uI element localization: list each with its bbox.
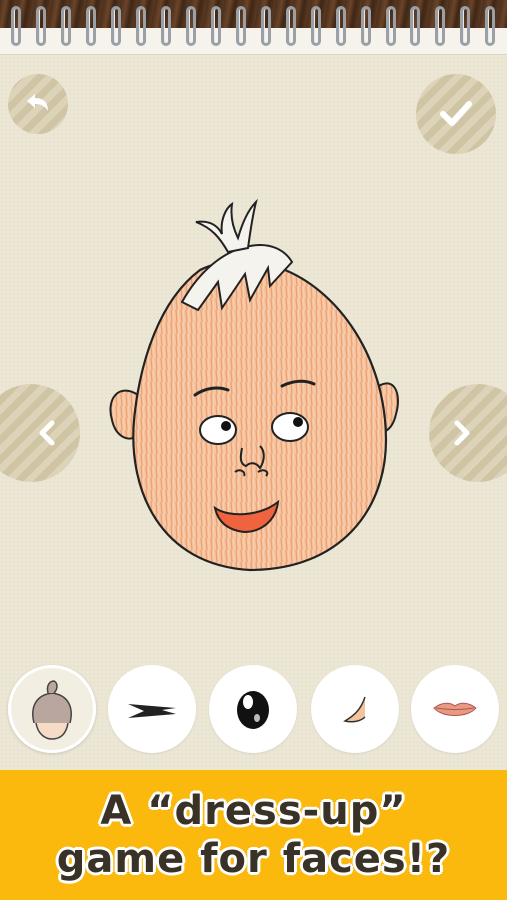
eyebrow-icon bbox=[128, 704, 176, 718]
spiral-ring bbox=[410, 6, 421, 46]
checkmark-icon bbox=[440, 101, 472, 126]
spiral-ring bbox=[385, 6, 396, 46]
part-mouth-button[interactable] bbox=[411, 665, 499, 753]
part-hair-button[interactable] bbox=[8, 665, 96, 753]
part-eyes-button[interactable] bbox=[209, 665, 297, 753]
face-drawing bbox=[109, 198, 399, 572]
spiral-ring bbox=[210, 6, 221, 46]
spiral-ring bbox=[485, 6, 496, 46]
spiral-ring bbox=[235, 6, 246, 46]
part-eyebrows-button[interactable] bbox=[108, 665, 196, 753]
spiral-ring bbox=[86, 6, 97, 46]
chevron-right-icon bbox=[454, 420, 470, 446]
back-button[interactable] bbox=[8, 74, 68, 134]
spiral-ring bbox=[360, 6, 371, 46]
spiral-ring bbox=[435, 6, 446, 46]
left-pupil bbox=[221, 421, 231, 431]
spiral-ring bbox=[161, 6, 172, 46]
hair-icon bbox=[32, 680, 72, 740]
spiral-ring bbox=[260, 6, 271, 46]
spiral-ring bbox=[136, 6, 147, 46]
part-nose-button[interactable] bbox=[311, 665, 399, 753]
spiral-ring bbox=[186, 6, 197, 46]
spiral-ring bbox=[111, 6, 122, 46]
parts-selector bbox=[0, 665, 507, 757]
promo-banner: A “dress-up” game for faces!? bbox=[0, 770, 507, 900]
spiral-ring bbox=[335, 6, 346, 46]
left-eye bbox=[199, 415, 237, 445]
right-eye bbox=[271, 412, 309, 442]
banner-line-2: game for faces!? bbox=[56, 836, 451, 882]
hair-tuft bbox=[195, 198, 258, 254]
nose-icon bbox=[343, 696, 366, 723]
spiral-ring bbox=[310, 6, 321, 46]
chevron-left-icon bbox=[39, 420, 55, 446]
spiral-ring bbox=[36, 6, 47, 46]
confirm-button[interactable] bbox=[416, 74, 496, 154]
spiral-ring bbox=[460, 6, 471, 46]
banner-line-1: A “dress-up” bbox=[100, 788, 407, 834]
spiral-ring bbox=[285, 6, 296, 46]
right-pupil bbox=[293, 417, 303, 427]
eye-icon bbox=[237, 691, 269, 729]
lips-icon bbox=[433, 702, 477, 716]
spiral-ring bbox=[11, 6, 22, 46]
undo-arrow-icon bbox=[27, 94, 48, 111]
spiral-ring bbox=[61, 6, 72, 46]
spiral-binding bbox=[0, 6, 507, 56]
